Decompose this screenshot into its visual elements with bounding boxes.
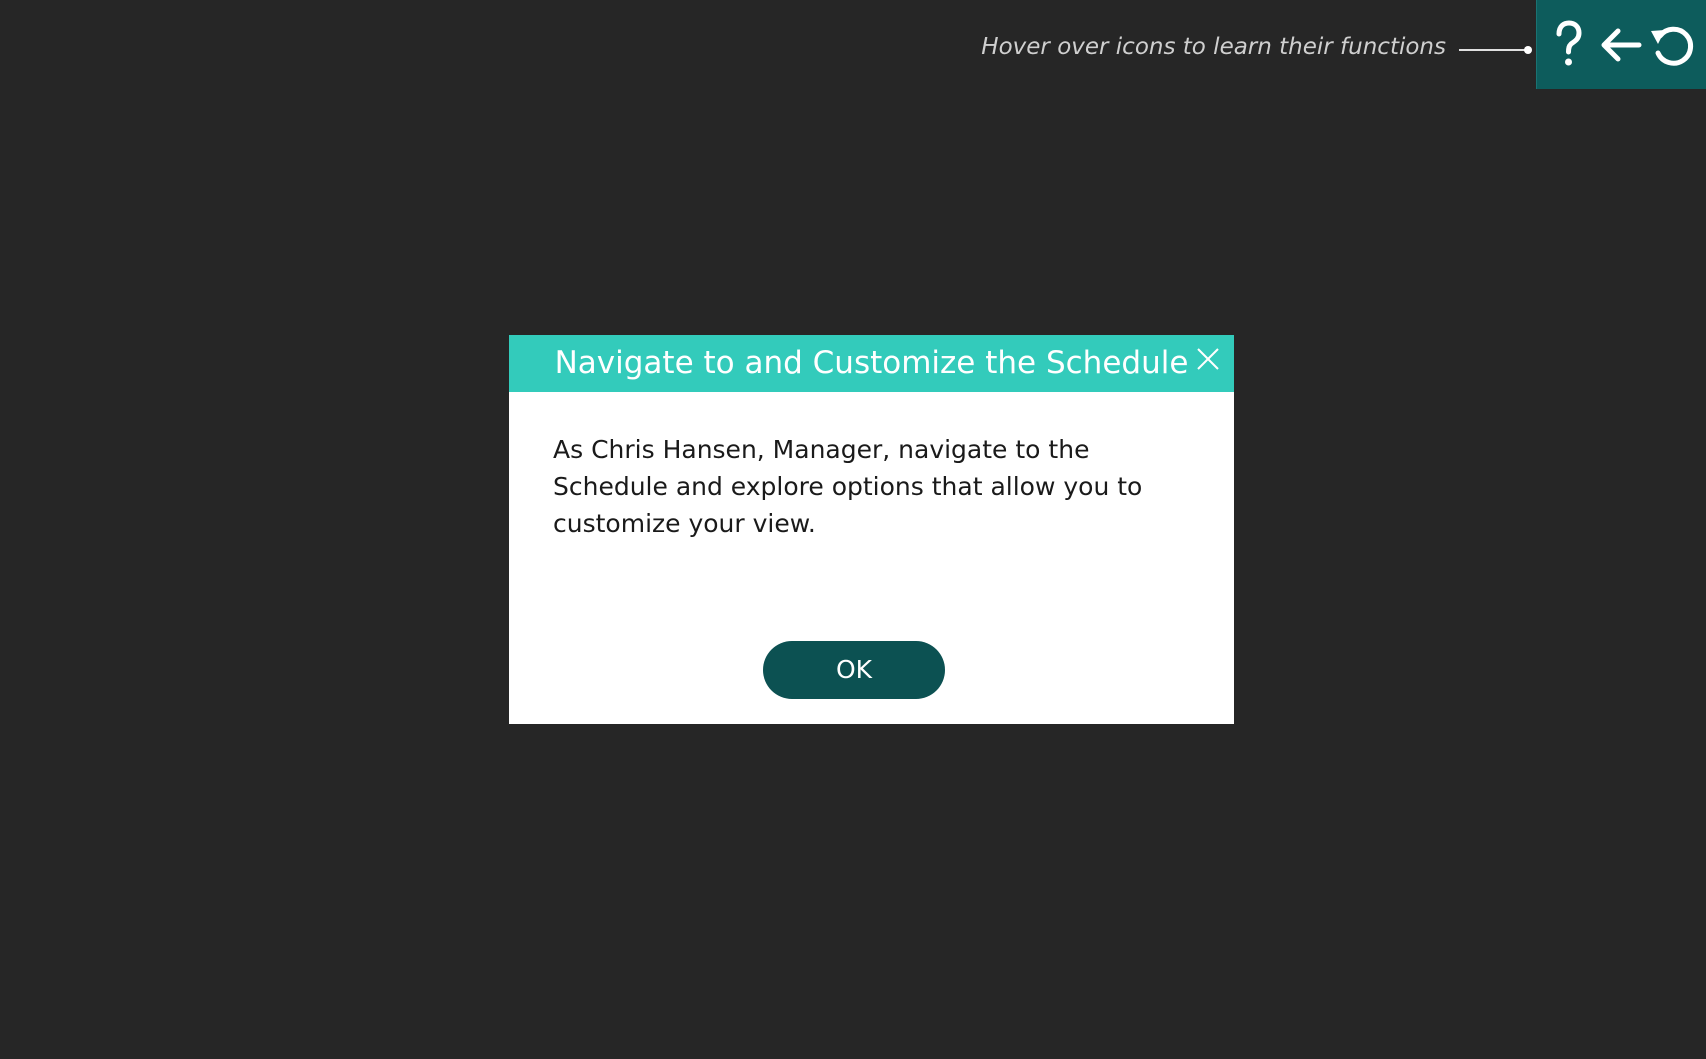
hint-connector-dot (1524, 46, 1532, 54)
top-right-toolbar (1536, 0, 1706, 89)
help-button[interactable] (1543, 0, 1595, 89)
hint-connector-line (1459, 49, 1529, 51)
arrow-left-icon (1601, 28, 1642, 61)
hover-hint-text: Hover over icons to learn their function… (981, 34, 1446, 60)
back-button[interactable] (1595, 0, 1647, 89)
reset-button[interactable] (1647, 0, 1699, 89)
ok-button[interactable]: OK (763, 641, 945, 699)
close-icon (1197, 348, 1219, 370)
dialog-title: Navigate to and Customize the Schedule (554, 345, 1189, 381)
close-button[interactable] (1192, 343, 1224, 375)
question-mark-icon (1556, 19, 1582, 65)
dialog-header: Navigate to and Customize the Schedule (509, 335, 1234, 392)
reset-icon (1651, 26, 1694, 66)
dialog-message: As Chris Hansen, Manager, navigate to th… (553, 435, 1143, 538)
task-dialog: Navigate to and Customize the Schedule A… (509, 335, 1234, 724)
